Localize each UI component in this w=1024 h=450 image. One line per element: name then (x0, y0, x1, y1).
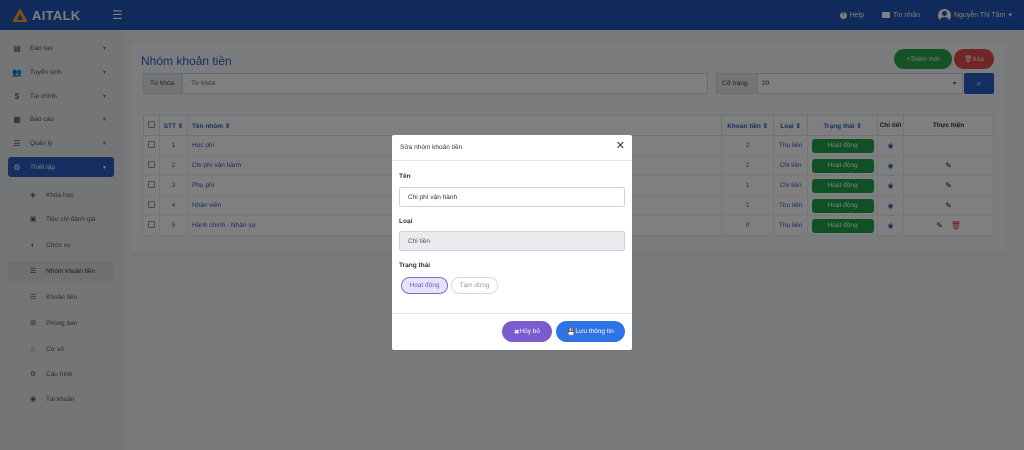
dialog-footer-divider (392, 313, 632, 314)
name-input[interactable]: Chi phí vận hành (399, 187, 625, 207)
close-icon[interactable]: ✕ (616, 141, 625, 152)
save-icon: 💾 (567, 328, 576, 336)
status-active-option[interactable]: Hoạt động (401, 277, 448, 294)
type-input: Chi tiền (399, 231, 625, 251)
save-label: Lưu thông tin (575, 328, 614, 335)
name-label: Tên (399, 173, 411, 180)
status-label: Trạng thái (399, 262, 431, 269)
cancel-button[interactable]: ✖ Hủy bỏ (502, 321, 552, 342)
edit-group-dialog: Sửa nhóm khoản tiền ✕ Tên Chi phí vận hà… (392, 135, 632, 350)
dialog-header: Sửa nhóm khoản tiền ✕ (392, 135, 632, 161)
save-button[interactable]: 💾 Lưu thông tin (556, 321, 625, 342)
cancel-label: Hủy bỏ (519, 328, 541, 335)
status-paused-option[interactable]: Tạm dừng (451, 277, 498, 294)
dialog-title: Sửa nhóm khoản tiền (400, 144, 463, 151)
type-label: Loại (399, 218, 413, 225)
